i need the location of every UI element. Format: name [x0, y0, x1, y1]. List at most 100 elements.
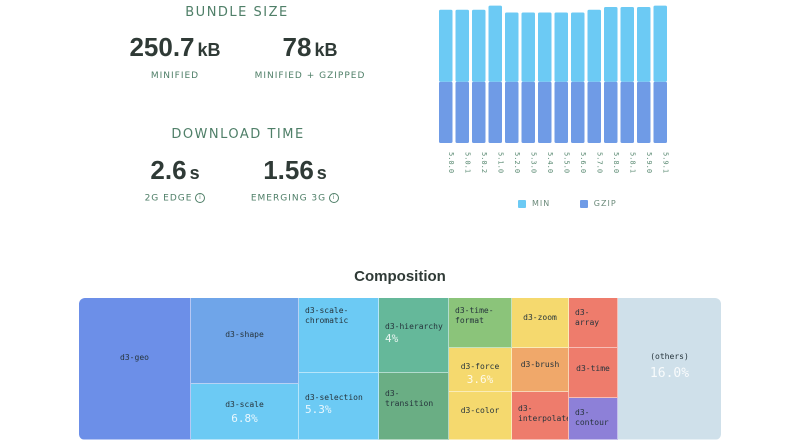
tile-d3-color[interactable]: d3-color — [449, 392, 512, 440]
x-tick-label: 5.9.0 — [645, 152, 653, 173]
gzipped-label: MINIFIED + GZIPPED — [254, 71, 366, 81]
bar-gzip-5.7.0[interactable] — [587, 81, 602, 143]
info-icon[interactable]: i — [195, 193, 206, 203]
bar-min-5.8.1[interactable] — [620, 7, 635, 82]
x-tick-label: 5.7.0 — [595, 152, 603, 173]
bar-min-5.7.0[interactable] — [587, 9, 602, 82]
bar-min-5.0.0[interactable] — [439, 9, 453, 82]
bar-gzip-5.0.1[interactable] — [455, 81, 470, 143]
tile-label: d3-interpolate — [518, 404, 569, 423]
tile-percent: 5.3% — [305, 403, 332, 416]
x-tick-label: 5.8.0 — [612, 152, 620, 173]
bar-gzip-5.4.0[interactable] — [538, 81, 552, 143]
tile-d3-hierarchy[interactable]: d3-hierarchy 4% — [379, 298, 449, 373]
x-tick-label: 5.2.0 — [513, 152, 521, 173]
bar-min-5.3.0[interactable] — [521, 12, 536, 82]
bundle-size-title: BUNDLE SIZE — [185, 5, 289, 20]
tile-label: d3-brush — [520, 360, 560, 369]
bar-gzip-5.9.0[interactable] — [637, 81, 651, 143]
bar-gzip-5.9.1[interactable] — [653, 81, 668, 143]
bar-gzip-5.0.0[interactable] — [439, 81, 453, 143]
tile-d3-force[interactable]: d3-force 3.6% — [449, 348, 512, 392]
tile-percent: 16.0% — [649, 366, 690, 381]
tile-d3-contour[interactable]: d3-contour — [569, 398, 618, 440]
bundle-history-chart: 5.0.0 5.0.1 5.0.2 5.1.0 5.2.0 5.3.0 5.4.0 5.5.0… — [439, 5, 669, 173]
tile-label: d3-contour — [575, 408, 609, 427]
bar-gzip-5.8.0[interactable] — [604, 81, 618, 143]
bar-min-5.2.0[interactable] — [505, 12, 519, 82]
bar-gzip-5.0.2[interactable] — [472, 81, 486, 143]
tile-d3-selection[interactable]: d3-selection 5.3% — [299, 373, 379, 440]
legend-min[interactable]: MIN — [518, 199, 554, 208]
bar-min-5.0.2[interactable] — [472, 9, 486, 82]
bar-gzip-5.2.0[interactable] — [505, 81, 519, 143]
tile-percent: 4% — [385, 332, 399, 345]
legend-gzip[interactable]: GZIP — [579, 199, 617, 208]
bar-min-5.6.0[interactable] — [571, 12, 585, 82]
minified-label: MINIFIED — [150, 71, 200, 81]
info-icon[interactable]: i — [329, 193, 340, 203]
tile-d3-scale[interactable]: d3-scale 6.8% — [191, 384, 299, 440]
x-tick-label: 5.0.0 — [447, 152, 455, 173]
emerging-label[interactable]: EMERGING 3G i — [225, 193, 365, 204]
x-tick-label: 5.0.1 — [463, 152, 471, 173]
bar-min-5.4.0[interactable] — [538, 12, 552, 82]
tile-label: d3-time-format — [455, 306, 494, 325]
legend-gzip-swatch — [579, 199, 588, 208]
tile-d3-geo[interactable]: d3-geo — [79, 298, 191, 440]
gzipped-size-value: 78 kB — [282, 32, 338, 62]
tile-label: d3-geo — [120, 353, 149, 362]
tile-label: d3-selection — [305, 393, 363, 402]
x-tick-label: 5.3.0 — [529, 152, 537, 173]
x-tick-label: 5.1.0 — [496, 152, 504, 173]
x-tick-label: 5.5.0 — [562, 152, 570, 173]
tile-percent: 6.8% — [231, 412, 258, 425]
minified-size-value: 250.7 kB — [129, 32, 221, 62]
tile-label: d3-scale-chromatic — [305, 306, 349, 325]
tile-label: d3-zoom — [523, 313, 557, 322]
composition-treemap: d3-geo d3-shape d3-scale 6.8% d3-scale-c… — [79, 298, 721, 440]
tile-d3-interpolate[interactable]: d3-interpolate — [512, 392, 569, 440]
tile-others[interactable]: (others) 16.0% — [618, 298, 721, 440]
bar-gzip-5.6.0[interactable] — [571, 81, 585, 143]
tile-label: d3-transition — [385, 389, 434, 408]
tile-d3-scale-chromatic[interactable]: d3-scale-chromatic — [299, 298, 379, 373]
tile-d3-brush[interactable]: d3-brush — [512, 348, 569, 392]
tile-d3-shape[interactable]: d3-shape — [191, 298, 299, 384]
emerging-time-value: 1.56 s — [263, 155, 327, 185]
tile-label: (others) — [650, 352, 689, 361]
composition-title: Composition — [354, 268, 446, 285]
bar-min-5.1.0[interactable] — [488, 5, 503, 82]
tile-d3-zoom[interactable]: d3-zoom — [512, 298, 569, 348]
tile-label: d3-shape — [225, 330, 264, 339]
bar-min-5.9.1[interactable] — [653, 5, 668, 82]
bar-gzip-5.5.0[interactable] — [554, 81, 569, 143]
x-tick-label: 5.4.0 — [546, 152, 554, 173]
download-time-title: DOWNLOAD TIME — [171, 127, 305, 142]
tile-label: d3-scale — [225, 400, 264, 409]
tile-d3-array[interactable]: d3-array — [569, 298, 618, 348]
bar-min-5.5.0[interactable] — [554, 12, 569, 82]
x-tick-label: 5.8.1 — [628, 152, 636, 173]
tile-d3-time[interactable]: d3-time — [569, 348, 618, 398]
bar-min-5.9.0[interactable] — [637, 7, 651, 82]
legend-min-swatch — [518, 199, 526, 208]
edge-time-value: 2.6 s — [150, 155, 200, 185]
x-tick-label: 5.0.2 — [480, 152, 488, 173]
tile-percent: 3.6% — [466, 373, 494, 386]
bar-gzip-5.3.0[interactable] — [521, 81, 536, 143]
chart-legend: MIN GZIP — [518, 191, 617, 210]
tile-d3-time-format[interactable]: d3-time-format — [449, 298, 512, 348]
bar-gzip-5.1.0[interactable] — [488, 81, 503, 143]
tile-label: d3-force — [460, 362, 500, 371]
tile-label: d3-color — [460, 406, 500, 415]
bar-min-5.0.1[interactable] — [455, 9, 470, 82]
tile-d3-transition[interactable]: d3-transition — [379, 373, 449, 440]
edge-label[interactable]: 2G EDGE i — [110, 193, 240, 204]
bar-min-5.8.0[interactable] — [604, 7, 618, 82]
x-tick-label: 5.6.0 — [579, 152, 587, 173]
bar-gzip-5.8.1[interactable] — [620, 81, 635, 143]
x-tick-label: 5.9.1 — [661, 152, 669, 173]
tile-label: d3-array — [575, 308, 600, 327]
tile-label: d3-time — [576, 364, 610, 373]
